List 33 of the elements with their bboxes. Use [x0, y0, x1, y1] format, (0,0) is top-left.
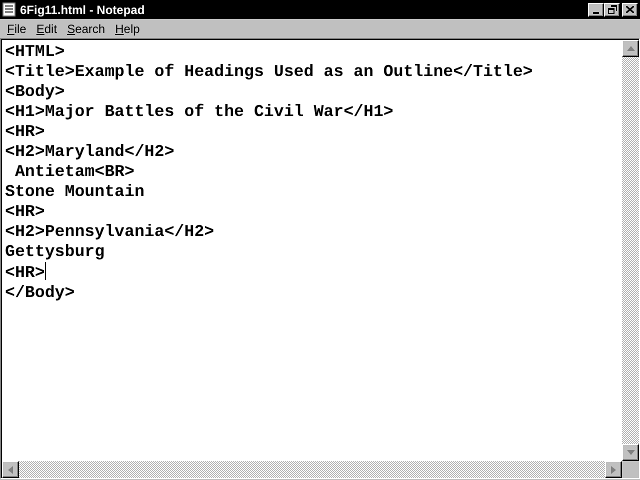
down-arrow-icon: [626, 450, 634, 455]
menu-item[interactable]: File: [2, 22, 32, 36]
restore-icon: [608, 5, 616, 14]
menu-item[interactable]: Edit: [31, 22, 62, 36]
scroll-down-button[interactable]: [622, 444, 639, 461]
code-line: <HR>: [5, 262, 46, 283]
scroll-left-button[interactable]: [2, 461, 19, 478]
code-line: Gettysburg: [5, 242, 105, 262]
code-line: <HR>: [5, 122, 45, 142]
up-arrow-icon: [626, 46, 634, 51]
code-line: Antietam<BR>: [14, 162, 134, 182]
scroll-up-button[interactable]: [622, 40, 639, 57]
close-icon: [626, 6, 634, 13]
code-line: <H2>Pennsylvania</H2>: [5, 222, 214, 242]
left-arrow-icon: [8, 466, 13, 474]
window-title: 6Fig11.html - Notepad: [20, 2, 146, 16]
code-line: <HR>: [5, 202, 45, 222]
menu-item[interactable]: Help: [110, 22, 145, 36]
code-line: <Body>: [5, 82, 65, 102]
restore-button[interactable]: [604, 2, 620, 16]
minimize-button[interactable]: [588, 2, 604, 16]
code-line: <H2>Maryland</H2>: [5, 142, 174, 162]
text-editor[interactable]: [2, 40, 622, 461]
right-arrow-icon: [611, 466, 616, 474]
close-button[interactable]: [622, 2, 638, 16]
scroll-right-button[interactable]: [605, 461, 622, 478]
menu-item[interactable]: Search: [62, 22, 110, 36]
code-line: <Title>Example of Headings Used as an Outline</Title>: [5, 62, 533, 82]
code-line: Stone Mountain: [5, 182, 144, 202]
code-line: <H1>Major Battles of the Civil War</H1>: [5, 102, 394, 122]
code-line: </Body>: [5, 283, 75, 303]
code-line: <HTML>: [5, 42, 65, 62]
minimize-icon: [593, 12, 599, 14]
